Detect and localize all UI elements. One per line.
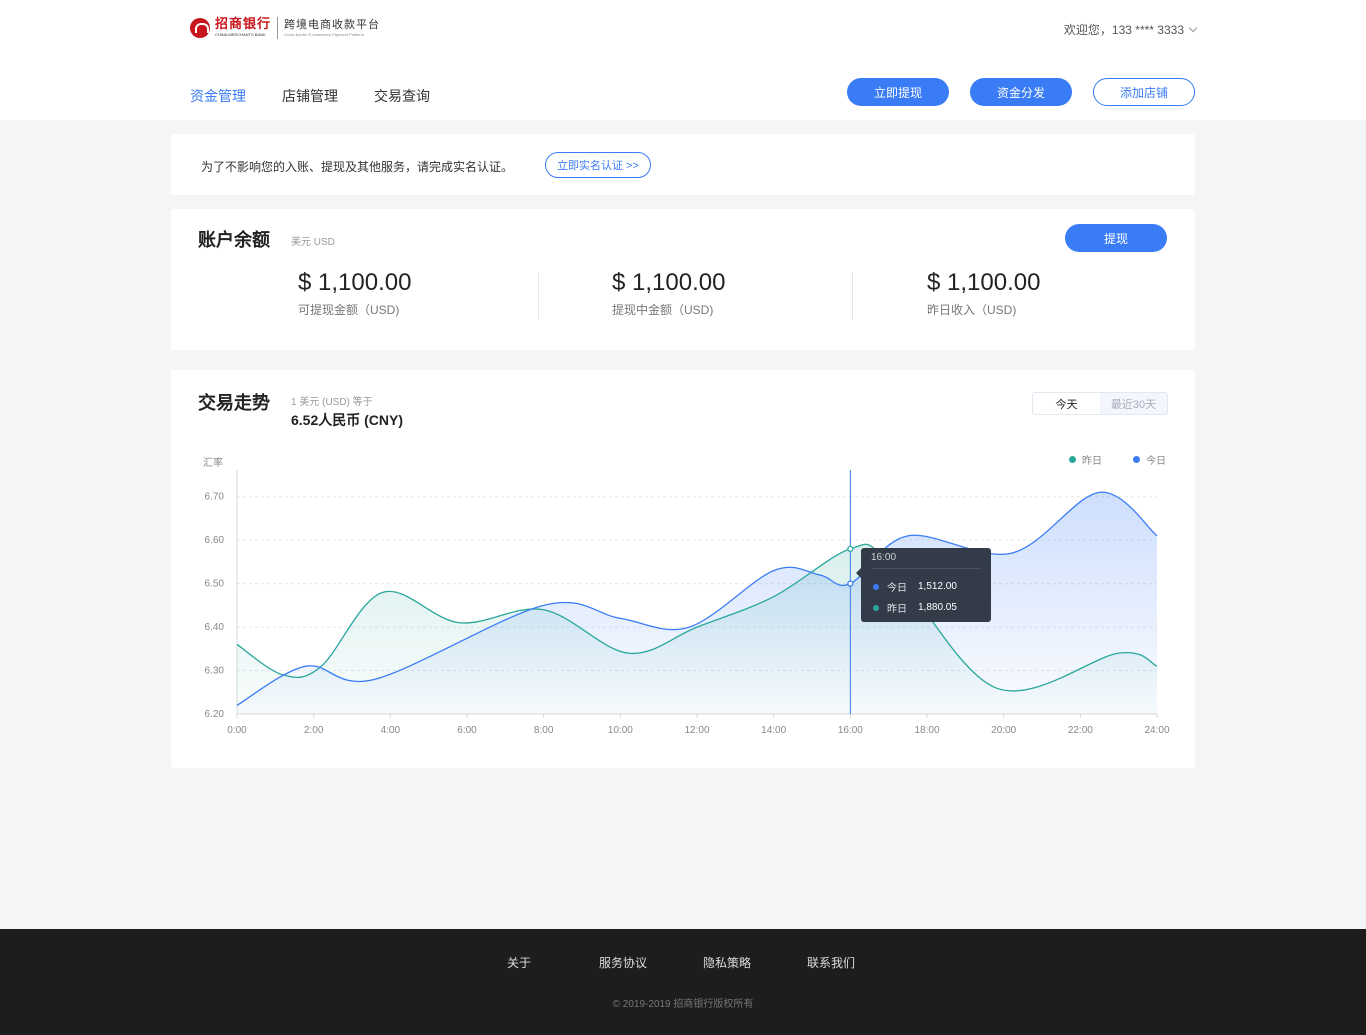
withdrawing-amount: $ 1,100.00: [612, 269, 726, 296]
x-tick-label: 12:00: [684, 725, 709, 736]
footer-link-contact[interactable]: 联系我们: [807, 954, 855, 971]
y-tick-label: 6.70: [205, 492, 225, 503]
x-tick-label: 2:00: [304, 725, 324, 736]
withdrawing-balance: $ 1,100.00 提现中金额（USD): [612, 269, 725, 318]
platform-name-en: Cross-border E-commerce Payment Platform: [284, 32, 365, 37]
footer: 关于 服务协议 隐私策略 联系我们 © 2019-2019 招商银行版权所有: [0, 929, 1366, 1035]
nav-store-management[interactable]: 店铺管理: [282, 86, 338, 106]
y-tick-label: 6.20: [205, 709, 225, 720]
y-tick-label: 6.60: [205, 535, 225, 546]
tooltip-row-yesterday: 昨日 1,880.05: [873, 600, 957, 615]
chevron-down-icon: [1188, 23, 1198, 33]
footer-link-privacy[interactable]: 隐私策略: [703, 954, 751, 971]
available-amount: $ 1,100.00: [298, 269, 412, 296]
available-balance: $ 1,100.00 可提现金额（USD): [298, 269, 411, 318]
tooltip-label: 昨日: [887, 604, 907, 615]
tooltip-time: 16:00: [871, 552, 897, 563]
withdraw-button[interactable]: 提现: [1065, 224, 1167, 252]
x-tick-label: 10:00: [608, 725, 633, 736]
withdrawing-label: 提现中金额（USD): [612, 303, 714, 317]
platform-name: 跨境电商收款平台: [284, 19, 381, 31]
verification-notice: 为了不影响您的入账、提现及其他服务，请完成实名认证。 立即实名认证 >>: [171, 134, 1195, 195]
account-balance-card: 账户余额 美元 USD 提现 $ 1,100.00 可提现金额（USD) $ 1…: [171, 209, 1195, 350]
logo-divider: [277, 17, 279, 39]
tooltip-value: 1,880.05: [918, 602, 957, 613]
yesterday-income-amount: $ 1,100.00: [927, 269, 1041, 296]
x-tick-label: 16:00: [838, 725, 863, 736]
logo[interactable]: 招商银行 CHINA MERCHANTS BANK 跨境电商收款平台 Cross…: [190, 17, 380, 39]
x-tick-label: 6:00: [457, 725, 477, 736]
tooltip-arrow: [856, 568, 861, 578]
yesterday-income: $ 1,100.00 昨日收入（USD): [927, 269, 1040, 318]
x-tick-label: 20:00: [991, 725, 1016, 736]
crosshair-marker: [847, 545, 854, 553]
available-label: 可提现金额（USD): [298, 303, 400, 317]
tooltip-divider: [871, 568, 981, 569]
divider: [538, 273, 539, 319]
y-tick-label: 6.40: [205, 622, 225, 633]
copyright: © 2019-2019 招商银行版权所有: [612, 999, 754, 1010]
footer-link-about[interactable]: 关于: [507, 954, 531, 971]
chart-tooltip: 16:00 今日 1,512.00 昨日 1,880.05: [856, 548, 991, 622]
bank-logo-icon: [190, 18, 210, 38]
x-tick-label: 0:00: [227, 725, 247, 736]
tooltip-value: 1,512.00: [918, 581, 957, 592]
balance-currency: 美元 USD: [291, 237, 335, 248]
withdraw-now-button[interactable]: 立即提现: [847, 78, 949, 106]
welcome-text: 欢迎您，133 **** 3333: [1063, 23, 1184, 37]
divider: [852, 273, 853, 319]
transaction-trend-card: 交易走势 1 美元 (USD) 等于 6.52人民币 (CNY) 今天 最近30…: [171, 370, 1195, 768]
add-store-button[interactable]: 添加店铺: [1093, 78, 1195, 106]
nav-fund-management[interactable]: 资金管理: [190, 86, 246, 106]
exchange-rate-chart[interactable]: 汇率 6.20 6.30 6.40 6.50 6.60 6.70 0:00 2:00 4:00 6:…: [171, 370, 1195, 768]
yesterday-income-label: 昨日收入（USD): [927, 303, 1017, 317]
bank-name-en: CHINA MERCHANTS BANK: [215, 32, 266, 37]
nav-transaction-query[interactable]: 交易查询: [374, 86, 430, 106]
top-bar: 招商银行 CHINA MERCHANTS BANK 跨境电商收款平台 Cross…: [0, 0, 1366, 120]
bank-name: 招商银行: [215, 17, 272, 32]
verify-identity-button[interactable]: 立即实名认证 >>: [545, 152, 651, 178]
y-tick-label: 6.50: [205, 579, 225, 590]
tooltip-row-today: 今日 1,512.00: [873, 579, 957, 594]
user-menu[interactable]: 欢迎您，133 **** 3333: [1063, 21, 1198, 38]
y-tick-label: 6.30: [205, 666, 225, 677]
y-axis-label: 汇率: [203, 456, 223, 469]
x-tick-label: 24:00: [1144, 725, 1169, 736]
distribute-funds-button[interactable]: 资金分发: [970, 78, 1072, 106]
tooltip-label: 今日: [887, 583, 907, 594]
main-nav: 资金管理 店铺管理 交易查询: [190, 86, 466, 106]
balance-title: 账户余额: [198, 230, 270, 250]
series-dot-icon: [873, 583, 879, 590]
crosshair-marker: [847, 580, 854, 587]
x-tick-label: 18:00: [914, 725, 939, 736]
footer-link-terms[interactable]: 服务协议: [599, 954, 647, 971]
notice-text: 为了不影响您的入账、提现及其他服务，请完成实名认证。: [201, 160, 514, 174]
x-tick-label: 14:00: [761, 725, 786, 736]
x-tick-label: 8:00: [534, 725, 554, 736]
x-tick-label: 4:00: [381, 725, 401, 736]
x-tick-label: 22:00: [1068, 725, 1093, 736]
series-dot-icon: [873, 604, 879, 611]
